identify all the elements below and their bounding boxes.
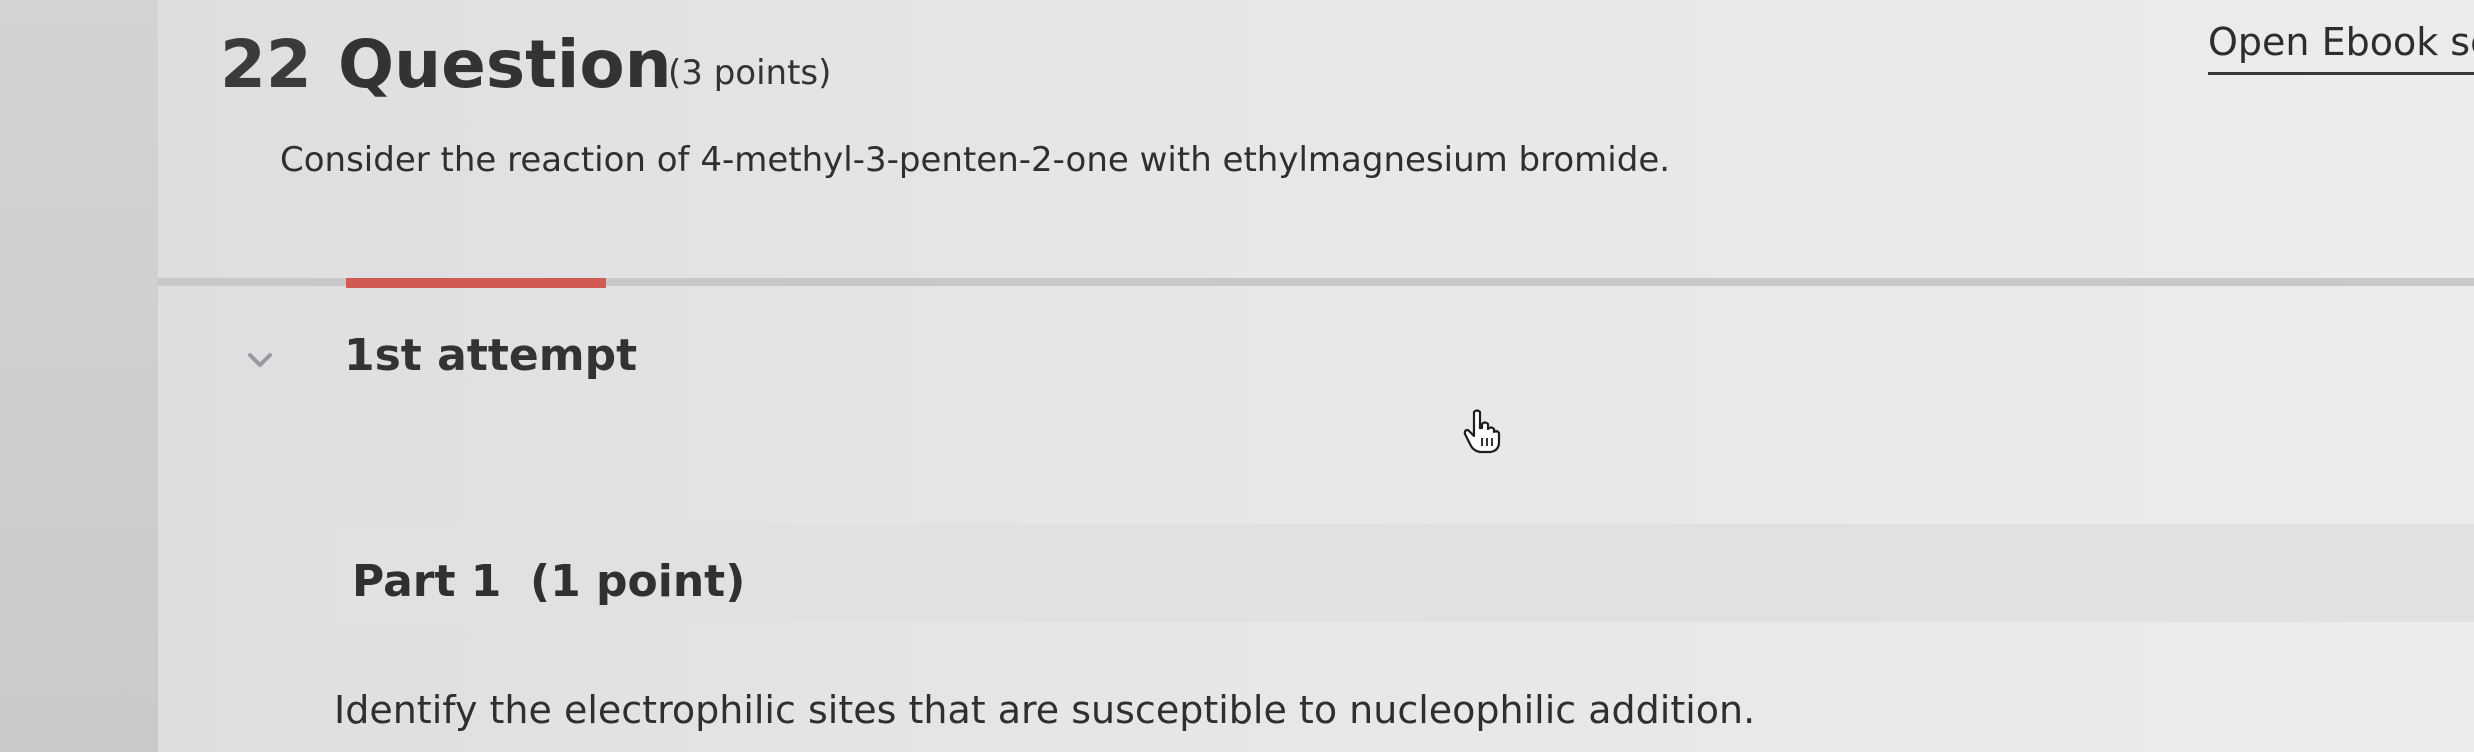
left-gutter (0, 0, 158, 752)
hand-pointer-icon (1462, 408, 1502, 454)
question-number: 22 (220, 26, 312, 103)
question-points: (3 points) (668, 53, 832, 93)
question-prompt: Consider the reaction of 4-methyl-3-pent… (280, 140, 1671, 180)
open-ebook-link[interactable]: Open Ebook se (2208, 20, 2474, 75)
part-points: (1 point) (530, 556, 746, 607)
question-title: Question (338, 26, 672, 103)
divider-accent (346, 278, 606, 288)
part-instruction: Identify the electrophilic sites that ar… (334, 688, 1756, 732)
chevron-down-icon[interactable] (244, 344, 276, 376)
part-label: Part 1 (352, 556, 502, 607)
attempt-label[interactable]: 1st attempt (344, 330, 637, 381)
